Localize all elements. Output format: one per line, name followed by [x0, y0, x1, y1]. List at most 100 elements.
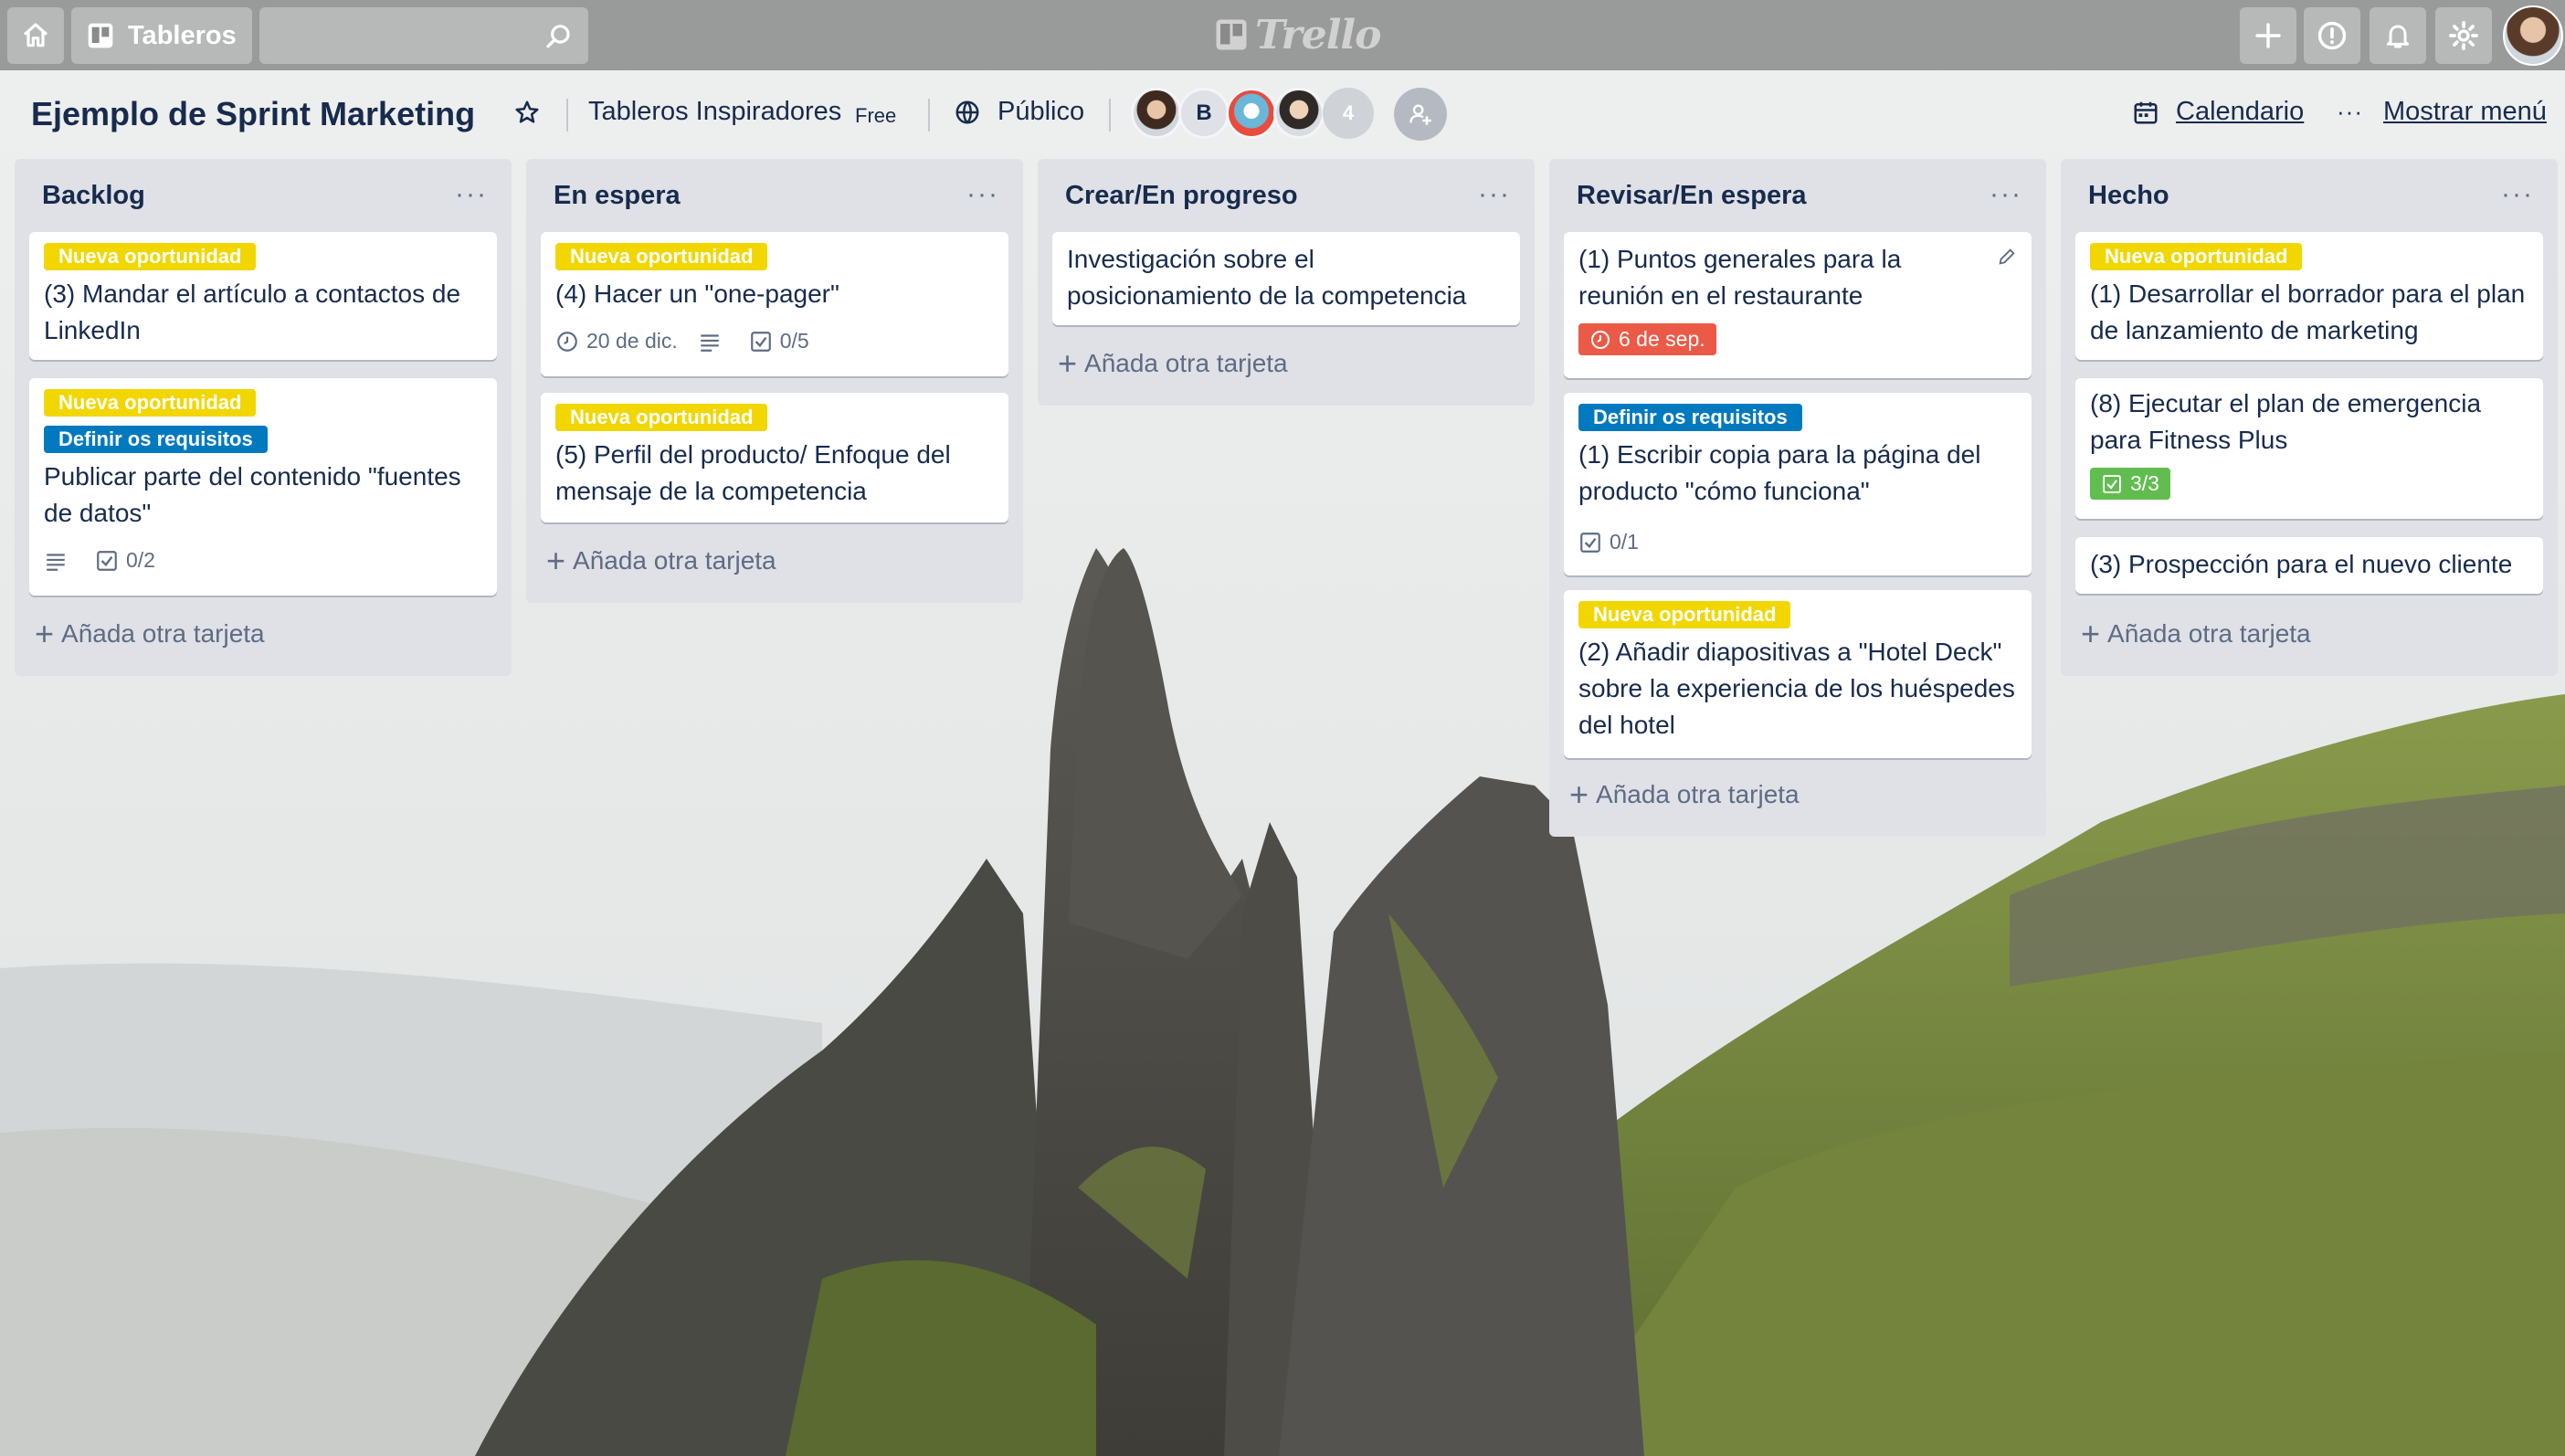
list-header: Crear/En progreso ··· [1038, 159, 1535, 232]
checklist-count: 0/2 [126, 548, 155, 572]
card[interactable]: (8) Ejecutar el plan de emergencia para … [2075, 378, 2543, 519]
list-menu-icon[interactable]: ··· [966, 179, 999, 210]
plus-icon: + [1569, 775, 1589, 813]
list-header: Backlog ··· [15, 159, 512, 232]
member-avatar[interactable] [1273, 88, 1325, 139]
card-title: (1) Puntos generales para la reunión en … [1578, 245, 1902, 310]
add-card-button[interactable]: + Añada otra tarjeta [35, 615, 265, 652]
board-header: Ejemplo de Sprint Marketing Tableros Ins… [0, 82, 2565, 148]
add-card-button[interactable]: + Añada otra tarjeta [546, 544, 776, 577]
checklist-count: 3/3 [2130, 471, 2159, 495]
description-icon [47, 553, 65, 571]
card-label[interactable]: Nueva oportunidad [44, 389, 257, 417]
member-avatar-initial[interactable]: B [1178, 88, 1230, 139]
team-name[interactable]: Tableros Inspiradores [588, 97, 841, 127]
card-title: (1) Desarrollar el borrador para el plan… [2090, 280, 2526, 344]
top-navigation-bar: Tableros Trello [0, 0, 2565, 70]
checklist-icon [1580, 532, 1600, 553]
invite-member-button[interactable] [1394, 88, 1447, 141]
search-icon[interactable] [544, 22, 574, 51]
card-title: (2) Añadir diapositivas a "Hotel Deck" s… [1578, 638, 2015, 739]
plus-icon: + [35, 615, 55, 652]
list-title[interactable]: Crear/En progreso [1065, 181, 1298, 211]
clock-icon [1591, 330, 1610, 349]
add-card-label: Añada otra tarjeta [61, 619, 265, 648]
settings-button[interactable] [2435, 7, 2492, 64]
plus-icon: + [2081, 615, 2101, 652]
card[interactable]: Nueva oportunidad (5) Perfil del product… [541, 393, 1008, 522]
list-title[interactable]: Backlog [42, 181, 145, 211]
card[interactable]: Definir os requisitos (1) Escribir copia… [1564, 393, 2032, 575]
card[interactable]: Nueva oportunidad (3) Mandar el artículo… [29, 232, 497, 360]
card-label[interactable]: Definir os requisitos [1578, 404, 1802, 431]
more-icon: ··· [2337, 98, 2363, 125]
info-button[interactable] [2304, 7, 2360, 64]
calendar-button[interactable]: Calendario [2132, 97, 2304, 127]
card-badges: 3/3 [2090, 468, 2190, 500]
create-button[interactable] [2240, 7, 2296, 64]
add-card-button[interactable]: + Añada otra tarjeta [1569, 775, 1800, 813]
boards-button[interactable]: Tableros [71, 7, 252, 64]
card-title: (5) Perfil del producto/ Enfoque del men… [555, 440, 951, 505]
list-title[interactable]: Hecho [2088, 181, 2169, 211]
star-button[interactable] [513, 99, 541, 126]
list-title[interactable]: En espera [554, 181, 681, 211]
plus-icon [2255, 23, 2281, 48]
list-title[interactable]: Revisar/En espera [1577, 181, 1806, 211]
card[interactable]: (1) Puntos generales para la reunión en … [1564, 232, 2032, 378]
due-date-badge-overdue[interactable]: 6 de sep. [1578, 323, 1716, 355]
card-label[interactable]: Nueva oportunidad [2090, 243, 2303, 270]
list-header: Hecho ··· [2061, 159, 2558, 232]
header-divider [928, 99, 930, 132]
add-card-label: Añada otra tarjeta [1084, 349, 1288, 377]
user-avatar[interactable] [2503, 5, 2563, 66]
card-title: Investigación sobre el posicionamiento d… [1067, 245, 1467, 310]
card[interactable]: Nueva oportunidad (4) Hacer un "one-page… [541, 232, 1008, 376]
add-card-label: Añada otra tarjeta [2107, 619, 2311, 648]
board-title[interactable]: Ejemplo de Sprint Marketing [31, 95, 475, 133]
card-badges: 20 de dic. 0/5 [555, 329, 829, 353]
trello-logo-icon [1216, 19, 1247, 50]
search-input[interactable] [259, 7, 588, 64]
visibility-button[interactable]: Público [954, 97, 1084, 127]
member-avatar[interactable] [1131, 88, 1182, 139]
plan-badge: Free [855, 104, 897, 127]
edit-pencil-icon[interactable] [1997, 247, 2017, 267]
trello-logo[interactable]: Trello [1215, 11, 1381, 58]
home-button[interactable] [7, 7, 64, 64]
member-avatar[interactable] [1226, 88, 1277, 139]
notifications-button[interactable] [2370, 7, 2426, 64]
card-label[interactable]: Nueva oportunidad [44, 243, 257, 270]
card[interactable]: Nueva oportunidad (1) Desarrollar el bor… [2075, 232, 2543, 360]
card[interactable]: Nueva oportunidad Definir os requisitos … [29, 378, 497, 596]
card-label[interactable]: Nueva oportunidad [555, 404, 768, 431]
list-backlog[interactable]: Backlog ··· Nueva oportunidad (3) Mandar… [15, 159, 512, 676]
checklist-badge: 0/1 [1578, 530, 1639, 554]
card-label[interactable]: Nueva oportunidad [555, 243, 768, 270]
show-menu-button[interactable]: ··· Mostrar menú [2337, 97, 2547, 127]
due-date: 6 de sep. [1619, 327, 1705, 351]
card[interactable]: (3) Prospección para el nuevo cliente [2075, 537, 2543, 594]
show-menu-label: Mostrar menú [2382, 97, 2547, 126]
member-count[interactable]: 4 [1323, 88, 1374, 139]
card-title: (3) Prospección para el nuevo cliente [2090, 550, 2513, 578]
list-menu-icon[interactable]: ··· [455, 179, 488, 210]
card[interactable]: Nueva oportunidad (2) Añadir diapositiva… [1564, 590, 2032, 758]
card-badges: 6 de sep. [1578, 323, 1736, 355]
card[interactable]: Investigación sobre el posicionamiento d… [1052, 232, 1520, 325]
add-card-button[interactable]: + Añada otra tarjeta [1058, 347, 1288, 380]
card-label[interactable]: Definir os requisitos [44, 426, 268, 453]
list-revisar-en-espera[interactable]: Revisar/En espera ··· (1) Puntos general… [1549, 159, 2046, 837]
list-en-espera[interactable]: En espera ··· Nueva oportunidad (4) Hace… [526, 159, 1023, 603]
list-hecho[interactable]: Hecho ··· Nueva oportunidad (1) Desarrol… [2061, 159, 2558, 676]
card-label[interactable]: Nueva oportunidad [1578, 601, 1791, 628]
clock-icon [557, 331, 577, 352]
list-crear-en-progreso[interactable]: Crear/En progreso ··· Investigación sobr… [1038, 159, 1535, 406]
checklist-icon [750, 331, 771, 352]
list-menu-icon[interactable]: ··· [2501, 179, 2534, 210]
add-card-button[interactable]: + Añada otra tarjeta [2081, 615, 2311, 652]
add-card-label: Añada otra tarjeta [1596, 780, 1800, 808]
search-box[interactable] [259, 7, 588, 64]
list-menu-icon[interactable]: ··· [1990, 179, 2022, 210]
list-menu-icon[interactable]: ··· [1478, 179, 1511, 210]
